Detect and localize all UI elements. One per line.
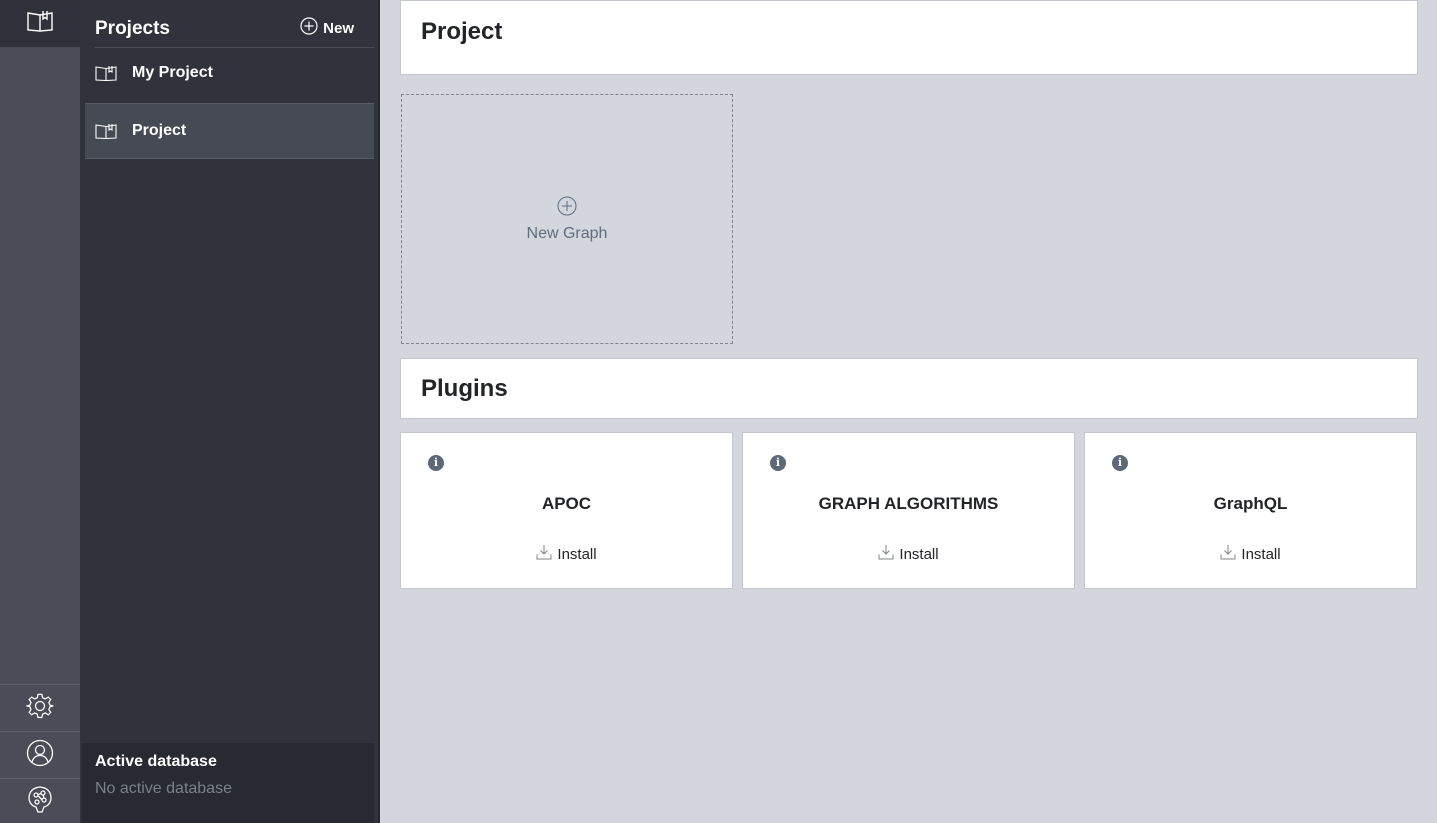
- plugin-name: GraphQL: [1213, 494, 1288, 513]
- plugin-card-graph-algorithms: i GRAPH ALGORITHMS Install: [742, 432, 1075, 589]
- install-button[interactable]: Install: [401, 544, 732, 564]
- project-book-icon: [95, 123, 117, 139]
- page-title: Project: [421, 18, 503, 45]
- plugin-name: APOC: [541, 494, 592, 513]
- book-icon: [27, 10, 53, 37]
- plus-circle-icon: [300, 17, 318, 39]
- project-item-label: My Project: [132, 64, 213, 81]
- new-project-label: New: [323, 19, 354, 37]
- project-item-my-project[interactable]: My Project: [85, 45, 374, 101]
- new-graph-button[interactable]: New Graph: [401, 94, 733, 344]
- neo4j-logo-icon: [27, 785, 53, 818]
- projects-sidebar: Projects New My Project Project Active d…: [80, 0, 380, 823]
- plugin-card-apoc: i APOC Install: [400, 432, 733, 589]
- plus-circle-icon: [557, 196, 577, 221]
- project-book-icon: [95, 65, 117, 81]
- plugins-header: Plugins: [400, 358, 1418, 419]
- install-label: Install: [1241, 545, 1281, 563]
- about-rail-button[interactable]: [0, 778, 80, 823]
- active-database-value: No active database: [95, 780, 232, 797]
- install-label: Install: [899, 545, 939, 563]
- project-item-project[interactable]: Project: [85, 103, 374, 159]
- sidebar-title: Projects: [95, 18, 170, 39]
- account-rail-button[interactable]: [0, 731, 80, 778]
- icon-rail: [0, 0, 80, 823]
- plugins-title: Plugins: [421, 375, 508, 402]
- project-item-label: Project: [132, 122, 187, 139]
- settings-rail-button[interactable]: [0, 684, 80, 731]
- download-icon: [1220, 544, 1236, 564]
- projects-rail-button[interactable]: [0, 0, 80, 47]
- sidebar-header: Projects New: [95, 0, 374, 48]
- user-icon: [26, 739, 54, 772]
- new-graph-label: New Graph: [526, 224, 608, 242]
- download-icon: [536, 544, 552, 564]
- gear-icon: [26, 692, 54, 725]
- active-database-title: Active database: [95, 753, 217, 770]
- install-label: Install: [557, 545, 597, 563]
- plugin-card-graphql: i GraphQL Install: [1084, 432, 1417, 589]
- active-database-panel: Active database No active database: [82, 743, 374, 823]
- info-icon[interactable]: i: [770, 455, 786, 471]
- install-button[interactable]: Install: [743, 544, 1074, 564]
- project-header: Project: [400, 0, 1418, 75]
- download-icon: [878, 544, 894, 564]
- info-icon[interactable]: i: [1112, 455, 1128, 471]
- info-icon[interactable]: i: [428, 455, 444, 471]
- new-project-button[interactable]: New: [300, 17, 354, 39]
- install-button[interactable]: Install: [1085, 544, 1416, 564]
- plugin-name: GRAPH ALGORITHMS: [818, 494, 999, 513]
